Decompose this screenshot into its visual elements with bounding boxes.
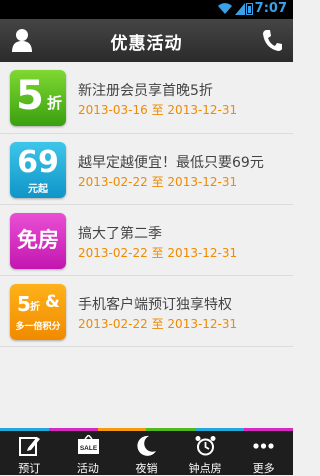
- date-end: 2013-12-31: [167, 103, 238, 117]
- promotion-item[interactable]: 69 元起 越早定越便宜！最低只要69元 2013-02-22 至 2013-1…: [0, 134, 293, 205]
- promotion-date: 2013-03-16 至 2013-12-31: [78, 101, 237, 118]
- badge-caption: 多一倍积分: [15, 322, 61, 332]
- date-end: 2013-12-31: [167, 317, 238, 331]
- date-separator: 至: [151, 317, 164, 331]
- tab-label: 更多: [252, 462, 275, 475]
- tab-activities[interactable]: SALE 活动: [59, 431, 118, 475]
- promotion-item[interactable]: 免房 搞大了第二季 2013-02-22 至 2013-12-31: [0, 205, 293, 276]
- date-separator: 至: [151, 103, 164, 117]
- promotion-date: 2013-02-22 至 2013-12-31: [78, 244, 237, 261]
- wifi-icon: [218, 3, 232, 15]
- discount-badge: 5 折: [10, 70, 66, 126]
- status-bar: 7:07: [0, 0, 293, 19]
- tab-label: 预订: [18, 462, 41, 475]
- price-badge: 69 元起: [10, 142, 66, 198]
- promotion-title: 新注册会员享首晚5折: [78, 83, 213, 99]
- badge-value: 5: [17, 292, 31, 316]
- phone-icon[interactable]: [261, 28, 283, 52]
- tab-label: 活动: [76, 462, 99, 475]
- page-title: 优惠活动: [110, 34, 183, 54]
- badge-value: 免房: [17, 228, 59, 252]
- app-header: 优惠活动: [0, 19, 293, 62]
- sale-tag-icon: SALE: [77, 435, 99, 454]
- promotion-date: 2013-02-22 至 2013-12-31: [78, 315, 237, 332]
- promotion-list: 5 折 新注册会员享首晚5折 2013-03-16 至 2013-12-31 6…: [0, 62, 293, 347]
- tab-night-sale[interactable]: 夜销: [117, 431, 176, 475]
- promotion-date: 2013-02-22 至 2013-12-31: [78, 173, 237, 190]
- date-start: 2013-02-22: [78, 317, 148, 331]
- sale-icon-text: SALE: [79, 445, 97, 452]
- badge-unit: 元起: [28, 184, 48, 195]
- date-start: 2013-02-22: [78, 246, 148, 260]
- alarm-clock-icon: [195, 436, 216, 456]
- date-separator: 至: [151, 175, 164, 189]
- promotion-title: 搞大了第二季: [78, 226, 162, 242]
- tab-hourly-room[interactable]: 钟点房: [176, 431, 235, 475]
- date-start: 2013-02-22: [78, 175, 148, 189]
- date-end: 2013-12-31: [167, 246, 238, 260]
- badge-unit: 折: [30, 302, 40, 313]
- edit-icon: [19, 437, 40, 456]
- bottom-tab-bar: 预订 SALE 活动 夜销 钟点房 更多: [0, 428, 293, 475]
- free-room-badge: 免房: [10, 213, 66, 269]
- date-separator: 至: [151, 246, 164, 260]
- badge-unit: 折: [47, 94, 63, 112]
- signal-icon: [235, 3, 245, 15]
- promotion-item[interactable]: 5 折 & 多一倍积分 手机客户端预订独享特权 2013-02-22 至 201…: [0, 276, 293, 347]
- badge-value: 69: [17, 145, 59, 180]
- date-start: 2013-03-16: [78, 103, 148, 117]
- badge-ampersand: &: [45, 292, 60, 312]
- date-end: 2013-12-31: [167, 175, 238, 189]
- status-time: 7:07: [254, 1, 287, 16]
- moon-icon: [137, 435, 157, 456]
- badge-value: 5: [16, 73, 44, 119]
- promotion-item[interactable]: 5 折 新注册会员享首晚5折 2013-03-16 至 2013-12-31: [0, 62, 293, 134]
- tab-label: 夜销: [135, 462, 158, 475]
- tab-booking[interactable]: 预订: [0, 431, 59, 475]
- discount-points-badge: 5 折 & 多一倍积分: [10, 284, 66, 340]
- promotion-title: 手机客户端预订独享特权: [78, 297, 232, 313]
- promotion-title: 越早定越便宜！最低只要69元: [78, 155, 264, 171]
- battery-icon: [246, 3, 253, 15]
- tab-more[interactable]: 更多: [234, 431, 293, 475]
- more-dots-icon: [253, 443, 274, 449]
- tab-label: 钟点房: [188, 462, 222, 475]
